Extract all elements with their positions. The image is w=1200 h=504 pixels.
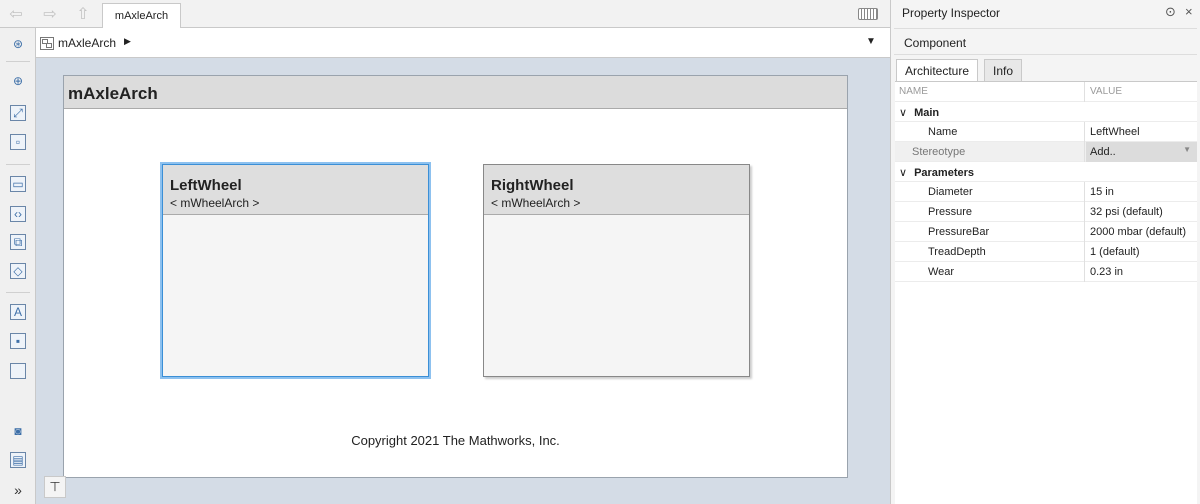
property-value[interactable]: 32 psi (default) [1086,202,1197,222]
component-icon[interactable]: ▭ [10,176,26,192]
sheet-header: mAxleArch [64,76,847,109]
area-icon[interactable] [10,363,26,379]
property-table: NAME VALUE ∨ Main Name LeftWheel Stereoty… [895,81,1197,504]
table-row: Wear 0.23 in [895,262,1197,282]
divider [6,61,30,62]
zoom-in-icon[interactable]: ⊕ [10,73,26,89]
panel-menu-icon[interactable]: ⊙ [1165,4,1176,20]
property-value[interactable]: 15 in [1086,182,1197,202]
reference-component-icon[interactable]: ‹› [10,206,26,222]
column-name: NAME [895,82,1085,102]
stereotype-dropdown[interactable]: Add.. ▼ [1086,142,1197,162]
property-name: TreadDepth [895,242,1085,262]
model-browser-icon[interactable]: ▤ [10,452,26,468]
property-name: Stereotype [895,142,1085,162]
component-leftwheel[interactable]: LeftWheel < mWheelArch > [162,164,429,377]
property-inspector: Property Inspector ⊙ × Component Archite… [890,0,1200,504]
component-name: LeftWheel [170,177,242,194]
top-bar: ⇦ ⇨ ⇧ mAxleArch [0,0,890,28]
table-row: Diameter 15 in [895,182,1197,202]
group-main[interactable]: ∨ Main [895,102,1197,122]
back-icon[interactable]: ⇦ [6,5,26,23]
hide-explorer-icon[interactable]: ⊛ [10,36,26,52]
copyright-text: Copyright 2021 The Mathworks, Inc. [351,433,560,448]
tab-info[interactable]: Info [984,59,1023,81]
column-value: VALUE [1090,86,1123,97]
property-value[interactable]: 2000 mbar (default) [1086,222,1197,242]
property-name: Pressure [895,202,1085,222]
breadcrumb-dropdown-icon[interactable]: ▼ [866,36,876,47]
architecture-sheet[interactable]: mAxleArch LeftWheel < mWheelArch > Right… [63,75,848,478]
address-bar: mAxleArch ▶ ▼ [36,28,890,58]
breadcrumb-arrow-icon[interactable]: ▶ [124,36,131,47]
table-row: PressureBar 2000 mbar (default) [895,222,1197,242]
tab-maxlearch[interactable]: mAxleArch [102,3,181,28]
close-icon[interactable]: × [1185,4,1193,19]
component-rightwheel[interactable]: RightWheel < mWheelArch > [483,164,750,377]
property-value[interactable]: 0.23 in [1086,262,1197,282]
property-name: Wear [895,262,1085,282]
tab-architecture[interactable]: Architecture [896,59,979,81]
fit-to-view-icon[interactable]: ⤢ [10,105,26,121]
hierarchy-icon[interactable]: ⊤ [44,476,66,498]
camera-icon[interactable]: ◙ [10,423,26,439]
table-row: Name LeftWheel [895,122,1197,142]
property-name: PressureBar [895,222,1085,242]
property-value[interactable]: 1 (default) [1086,242,1197,262]
table-row: Stereotype Add.. ▼ [895,142,1197,162]
up-icon[interactable]: ⇧ [73,5,93,23]
table-header: NAME VALUE [895,82,1197,102]
divider [6,164,30,165]
component-reference: < mWheelArch > [170,196,260,210]
zoom-to-area-icon[interactable]: ▫ [10,134,26,150]
group-label: Main [914,107,940,119]
chevron-down-icon[interactable]: ∨ [899,166,907,179]
chevron-down-icon: ▼ [1183,145,1191,154]
component-name: RightWheel [491,177,574,194]
variant-component-icon[interactable]: ⧉ [10,234,26,250]
component-header: RightWheel < mWheelArch > [484,165,749,215]
model-icon [40,37,54,50]
model-title: mAxleArch [68,84,158,103]
panel-title: Property Inspector [902,6,1001,20]
component-reference: < mWheelArch > [491,196,581,210]
component-header: LeftWheel < mWheelArch > [163,165,428,215]
adapter-icon[interactable]: ◇ [10,263,26,279]
divider [6,292,30,293]
name-field[interactable]: LeftWheel [1086,122,1197,142]
breadcrumb[interactable]: mAxleArch [58,36,116,50]
keyboard-icon[interactable] [858,8,878,20]
model-canvas[interactable]: mAxleArch LeftWheel < mWheelArch > Right… [36,58,890,504]
section-header: Component [894,28,1197,55]
property-name: Name [895,122,1085,142]
more-icon[interactable]: » [10,482,26,498]
forward-icon[interactable]: ⇨ [40,5,60,23]
group-parameters[interactable]: ∨ Parameters [895,162,1197,182]
left-toolbar: ⊛ ⊕ ⤢ ▫ ▭ ‹› ⧉ ◇ A ▪ ◙ ▤ » [0,28,36,504]
property-name: Diameter [895,182,1085,202]
stereotype-value: Add.. [1090,146,1116,158]
group-label: Parameters [914,167,974,179]
image-icon[interactable]: ▪ [10,333,26,349]
table-row: Pressure 32 psi (default) [895,202,1197,222]
chevron-down-icon[interactable]: ∨ [899,106,907,119]
table-row: TreadDepth 1 (default) [895,242,1197,262]
annotation-icon[interactable]: A [10,304,26,320]
